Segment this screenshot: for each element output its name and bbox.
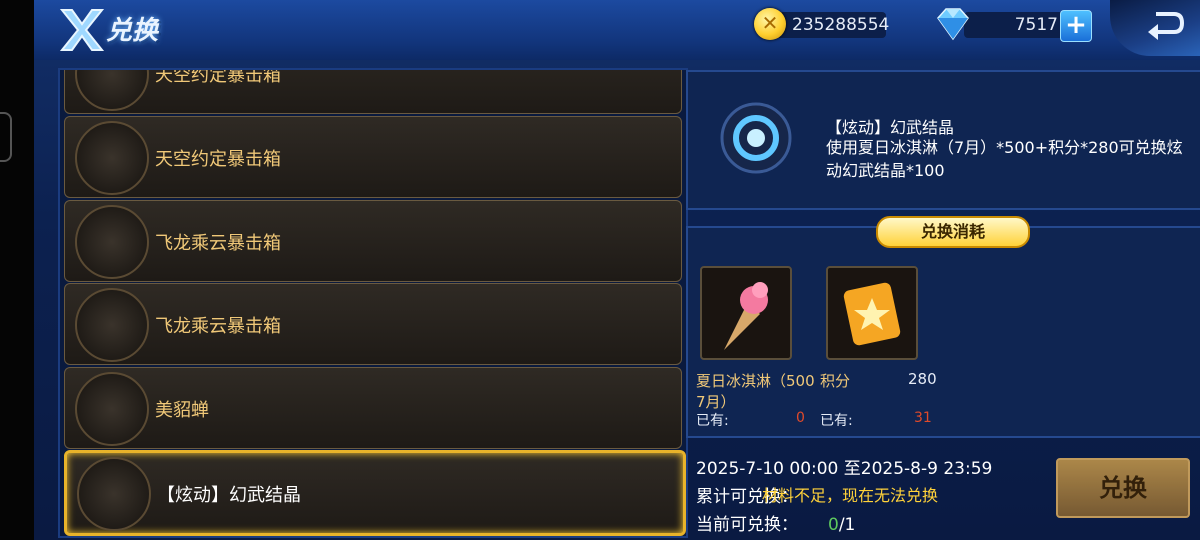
list-item[interactable]: 飞龙乘云暴击箱	[64, 283, 682, 365]
exchange-period: 2025-7-10 00:00 至2025-8-9 23:59	[696, 459, 993, 479]
diamond-icon	[937, 8, 969, 41]
chest-icon	[75, 121, 149, 195]
list-item[interactable]: 天空约定暴击箱	[64, 68, 682, 114]
detail-description: 使用夏日冰淇淋（7月）*500+积分*280可兑换炫动幻武结晶*100	[826, 138, 1183, 180]
material-name: 夏日冰淇淋（500 7月）	[696, 372, 815, 411]
star-card-icon	[843, 282, 901, 346]
item-name: 飞龙乘云暴击箱	[155, 316, 281, 337]
top-bar: 兑换 ✕ 235288554 7517 +	[34, 0, 1200, 60]
chest-icon	[75, 70, 149, 111]
owned-amount: 31	[914, 410, 932, 426]
current-exchangeable: 当前可兑换： 0/1	[696, 515, 856, 535]
edge-tab-handle[interactable]	[0, 112, 12, 162]
item-name: 美貂蝉	[155, 400, 209, 421]
detail-title: 【炫动】幻武结晶	[826, 118, 955, 137]
owned-amount: 0	[796, 410, 805, 426]
material-name: 积分	[820, 372, 851, 390]
cost-title-badge: 兑换消耗	[876, 216, 1030, 248]
item-name: 【炫动】幻武结晶	[157, 485, 301, 506]
dragon-chest-icon	[75, 205, 149, 279]
points-item-slot[interactable]	[826, 266, 918, 360]
x-logo-icon	[59, 9, 105, 51]
add-gems-button[interactable]: +	[1060, 10, 1092, 42]
owned-label: 已有:	[696, 413, 729, 429]
hero-portrait-icon	[75, 372, 149, 446]
gem-amount: 7517	[1014, 15, 1058, 35]
crystal-icon	[720, 102, 792, 174]
gold-coin-icon: ✕	[754, 8, 786, 40]
item-detail-panel: 【炫动】幻武结晶 使用夏日冰淇淋（7月）*500+积分*280可兑换炫动幻武结晶…	[686, 70, 1200, 210]
item-name: 天空约定暴击箱	[155, 149, 281, 170]
left-edge-strip	[0, 0, 34, 540]
insufficient-materials-toast: 材料不足，现在无法兑换	[762, 486, 939, 505]
list-item[interactable]: 飞龙乘云暴击箱	[64, 200, 682, 282]
page-title: 兑换	[106, 16, 159, 46]
crystal-icon	[77, 457, 151, 531]
back-arrow-icon[interactable]	[1146, 8, 1186, 42]
exchange-screen: 兑换 ✕ 235288554 7517 + 天空约定暴击箱 天空约定暴击箱 飞龙	[34, 0, 1200, 540]
owned-label: 已有:	[820, 413, 853, 429]
ice-cream-item-slot[interactable]	[700, 266, 792, 360]
item-name: 飞龙乘云暴击箱	[155, 233, 281, 254]
exchange-button[interactable]: 兑换	[1056, 458, 1190, 518]
material-required: 280	[908, 370, 937, 388]
list-item[interactable]: 美貂蝉	[64, 367, 682, 449]
list-item-selected[interactable]: 【炫动】幻武结晶	[64, 450, 686, 536]
gold-amount: 235288554	[792, 15, 890, 35]
item-name: 天空约定暴击箱	[155, 68, 281, 86]
list-item[interactable]: 天空约定暴击箱	[64, 116, 682, 198]
exchange-cost-panel: 兑换消耗 夏日冰淇淋（500 7月） 已有: 0 积分 280 已有: 31	[686, 216, 1200, 438]
ice-cream-icon	[724, 282, 768, 350]
dragon-chest-icon	[75, 288, 149, 362]
exchange-item-list[interactable]: 天空约定暴击箱 天空约定暴击箱 飞龙乘云暴击箱 飞龙乘云暴击箱 美貂蝉 【炫动】…	[58, 68, 688, 538]
